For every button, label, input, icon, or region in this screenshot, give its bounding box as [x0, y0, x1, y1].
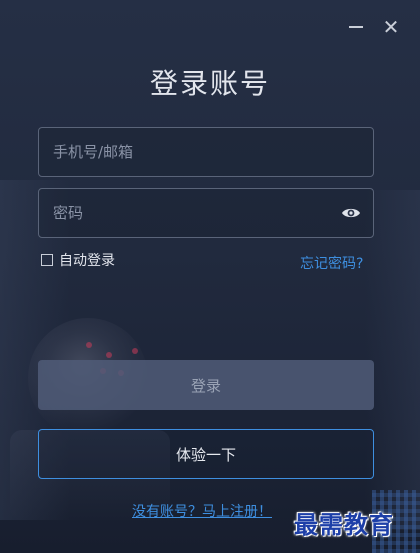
- trial-button[interactable]: 体验一下: [38, 429, 374, 479]
- password-field: [38, 188, 374, 238]
- account-field: [38, 127, 374, 177]
- camera-light: [106, 352, 112, 358]
- account-input[interactable]: [39, 128, 373, 176]
- auto-login-label: 自动登录: [59, 253, 115, 269]
- minimize-button[interactable]: [345, 16, 367, 38]
- auto-login-option[interactable]: 自动登录: [41, 250, 115, 270]
- page-title: 登录账号: [149, 67, 270, 100]
- camera-light: [132, 348, 138, 354]
- eye-icon[interactable]: [341, 205, 361, 221]
- auto-login-checkbox[interactable]: [41, 254, 53, 266]
- close-icon: ✕: [382, 15, 400, 39]
- background-decoration-right: [365, 190, 420, 530]
- camera-light: [86, 342, 92, 348]
- watermark-logo: 最需教育: [294, 510, 394, 539]
- register-link[interactable]: 没有账号？马上注册！: [132, 501, 272, 521]
- forgot-password-link[interactable]: 忘记密码?: [300, 253, 363, 273]
- login-button[interactable]: 登录: [38, 360, 374, 410]
- minimize-icon: [349, 25, 363, 28]
- password-input[interactable]: [39, 189, 373, 237]
- close-button[interactable]: ✕: [380, 16, 402, 38]
